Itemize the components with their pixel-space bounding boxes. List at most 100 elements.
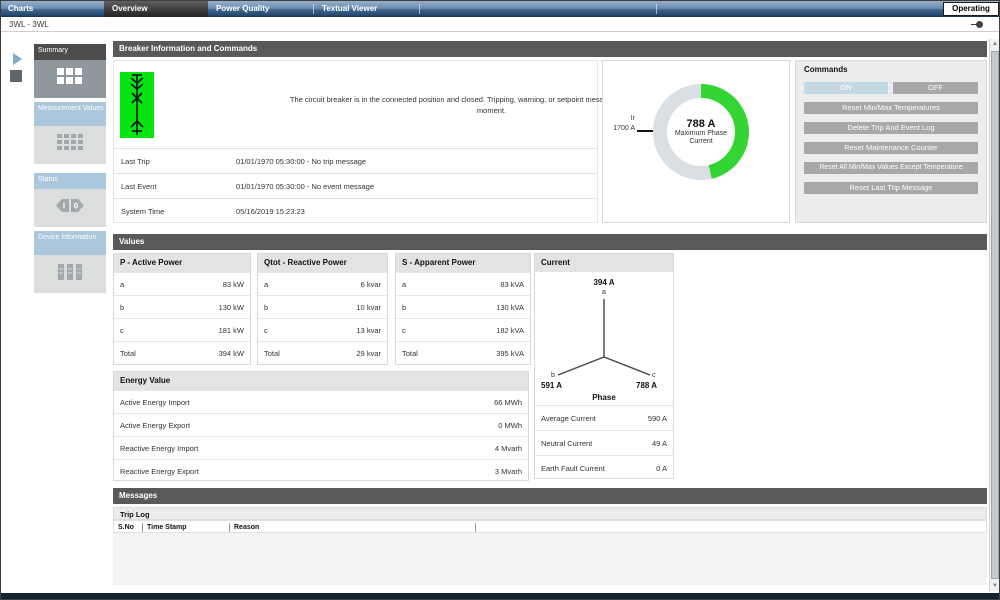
- row-label: Total: [264, 349, 280, 358]
- breaker-info-panel: The circuit breaker is in the connected …: [113, 60, 598, 223]
- table-row: b 10 kvar: [258, 295, 387, 318]
- row-value: 10 kvar: [356, 303, 381, 312]
- system-time-label: System Time: [114, 207, 236, 216]
- row-value: 182 kVA: [496, 326, 524, 335]
- on-button[interactable]: ON: [804, 82, 888, 94]
- sidebar-item-device-information-tile[interactable]: [34, 255, 106, 293]
- last-trip-label: Last Trip: [114, 157, 236, 166]
- values-section-header: Values: [113, 234, 987, 250]
- phase-b-value: 591 A: [541, 381, 562, 390]
- row-value: 181 kW: [219, 326, 244, 335]
- table-row: b130 kVA: [396, 295, 530, 318]
- active-power-header: P - Active Power: [114, 254, 250, 272]
- measurement-table-icon: [57, 134, 83, 156]
- sidebar-item-device-information[interactable]: Device Information: [34, 231, 106, 255]
- sidebar-item-measurement-values[interactable]: Measurement Values: [34, 102, 106, 126]
- delete-trip-event-log-button[interactable]: Delete Trip And Event Log: [804, 122, 978, 134]
- tab-separator: [419, 4, 420, 14]
- current-panel: Current 394 A a b 591 A c 788 A Phase Av…: [534, 253, 674, 479]
- earth-fault-current-row: Earth Fault Current0 A: [535, 455, 673, 480]
- table-row: c13 kvar: [258, 318, 387, 341]
- vertical-scrollbar[interactable]: ▲ ▼: [989, 39, 999, 591]
- current-header: Current: [535, 254, 673, 272]
- commands-panel: Commands ON OFF Reset Min/Max Temperatur…: [795, 60, 987, 223]
- column-separator[interactable]: [475, 523, 476, 532]
- max-phase-current-gauge-panel: Ir 1700 A 788 A Maximum Phase Current: [602, 60, 790, 223]
- io-status-icon: I 0: [56, 199, 84, 217]
- phase-c-label: c: [652, 372, 656, 379]
- row-label: Reactive Energy Import: [120, 444, 198, 453]
- top-tab-bar: Charts Overview Power Quality Textual Vi…: [1, 1, 999, 17]
- table-row: b 130 kW: [114, 295, 250, 318]
- table-row: Total 394 kW: [114, 341, 250, 364]
- apparent-power-table: S - Apparent Power a83 kVA b130 kVA c182…: [395, 253, 531, 365]
- sidebar-item-status[interactable]: Status: [34, 173, 106, 189]
- gauge-caption: Maximum Phase Current: [671, 130, 731, 146]
- last-event-value: 01/01/1970 05:30:00 - No event message: [236, 182, 374, 191]
- row-value: 130 kW: [219, 303, 244, 312]
- play-icon[interactable]: [13, 53, 22, 65]
- scrollbar-thumb[interactable]: [991, 51, 999, 579]
- scroll-up-icon[interactable]: ▲: [990, 39, 1000, 49]
- row-label: Total: [120, 349, 136, 358]
- row-label: Reactive Energy Export: [120, 467, 199, 476]
- column-separator[interactable]: [142, 523, 143, 532]
- reset-minmax-temperatures-button[interactable]: Reset Min/Max Temperatures: [804, 102, 978, 114]
- gauge-reference-label: Ir 1700 A: [605, 114, 635, 134]
- tab-power-quality[interactable]: Power Quality: [208, 1, 313, 17]
- breadcrumb: 3WL - 3WL: [9, 17, 49, 32]
- trip-log-column-header: S.No Time Stamp Reason: [113, 520, 987, 533]
- sidebar-item-summary-tile[interactable]: [34, 60, 106, 98]
- apparent-power-header: S - Apparent Power: [396, 254, 530, 272]
- row-value: 4 Mvarh: [495, 444, 522, 453]
- commands-title: Commands: [804, 65, 848, 74]
- breadcrumb-row: 3WL - 3WL: [1, 17, 999, 32]
- last-event-label: Last Event: [114, 182, 236, 191]
- row-label: a: [120, 280, 124, 289]
- row-label: a: [402, 280, 406, 289]
- row-value: 29 kvar: [356, 349, 381, 358]
- off-button[interactable]: OFF: [893, 82, 978, 94]
- row-value: 66 MWh: [494, 398, 522, 407]
- gauge-ref-name: Ir: [605, 114, 635, 124]
- last-event-row: Last Event 01/01/1970 05:30:00 - No even…: [114, 173, 597, 198]
- reset-all-minmax-values-button[interactable]: Reset All Min/Max Values Except Temperat…: [804, 162, 978, 174]
- energy-value-panel: Energy Value Active Energy Import66 MWh …: [113, 371, 529, 481]
- row-label: b: [120, 303, 124, 312]
- row-label: Active Energy Export: [120, 421, 190, 430]
- sidebar-item-summary[interactable]: Summary: [34, 44, 106, 60]
- row-value: 590 A: [648, 414, 667, 423]
- row-value: 0 A: [656, 464, 667, 473]
- charts-pane-label[interactable]: Charts: [8, 1, 33, 17]
- tab-overview[interactable]: Overview: [104, 1, 208, 17]
- row-value: 6 kvar: [361, 280, 381, 289]
- trip-log-body: [113, 533, 987, 585]
- operating-mode-button[interactable]: Operating: [943, 2, 999, 16]
- pin-icon[interactable]: [976, 21, 983, 28]
- row-label: Neutral Current: [541, 439, 592, 448]
- reset-maintenance-counter-button[interactable]: Reset Maintenance Counter: [804, 142, 978, 154]
- sidebar-item-status-tile[interactable]: I 0: [34, 189, 106, 227]
- summary-grid-icon: [57, 68, 83, 90]
- phase-caption: Phase: [535, 393, 673, 402]
- tab-textual-viewer[interactable]: Textual Viewer: [314, 1, 419, 17]
- scroll-down-icon[interactable]: ▼: [990, 581, 1000, 591]
- row-label: c: [264, 326, 268, 335]
- messages-section-header: Messages: [113, 488, 987, 504]
- table-row: Total 29 kvar: [258, 341, 387, 364]
- row-label: b: [264, 303, 268, 312]
- stop-icon[interactable]: [10, 70, 22, 82]
- table-row: a83 kW: [114, 272, 250, 295]
- last-trip-value: 01/01/1970 05:30:00 - No trip message: [236, 157, 366, 166]
- reset-last-trip-message-button[interactable]: Reset Last Trip Message: [804, 182, 978, 194]
- reactive-energy-export-row: Reactive Energy Export3 Mvarh: [114, 459, 528, 482]
- column-separator[interactable]: [229, 523, 230, 532]
- table-row: a6 kvar: [258, 272, 387, 295]
- breaker-section-header: Breaker Information and Commands: [113, 41, 987, 57]
- svg-text:0: 0: [74, 202, 79, 211]
- row-value: 394 kW: [219, 349, 244, 358]
- active-energy-import-row: Active Energy Import 66 MWh: [114, 390, 528, 413]
- sidebar-item-measurement-values-tile[interactable]: [34, 126, 106, 164]
- row-label: Active Energy Import: [120, 398, 190, 407]
- table-row: c181 kW: [114, 318, 250, 341]
